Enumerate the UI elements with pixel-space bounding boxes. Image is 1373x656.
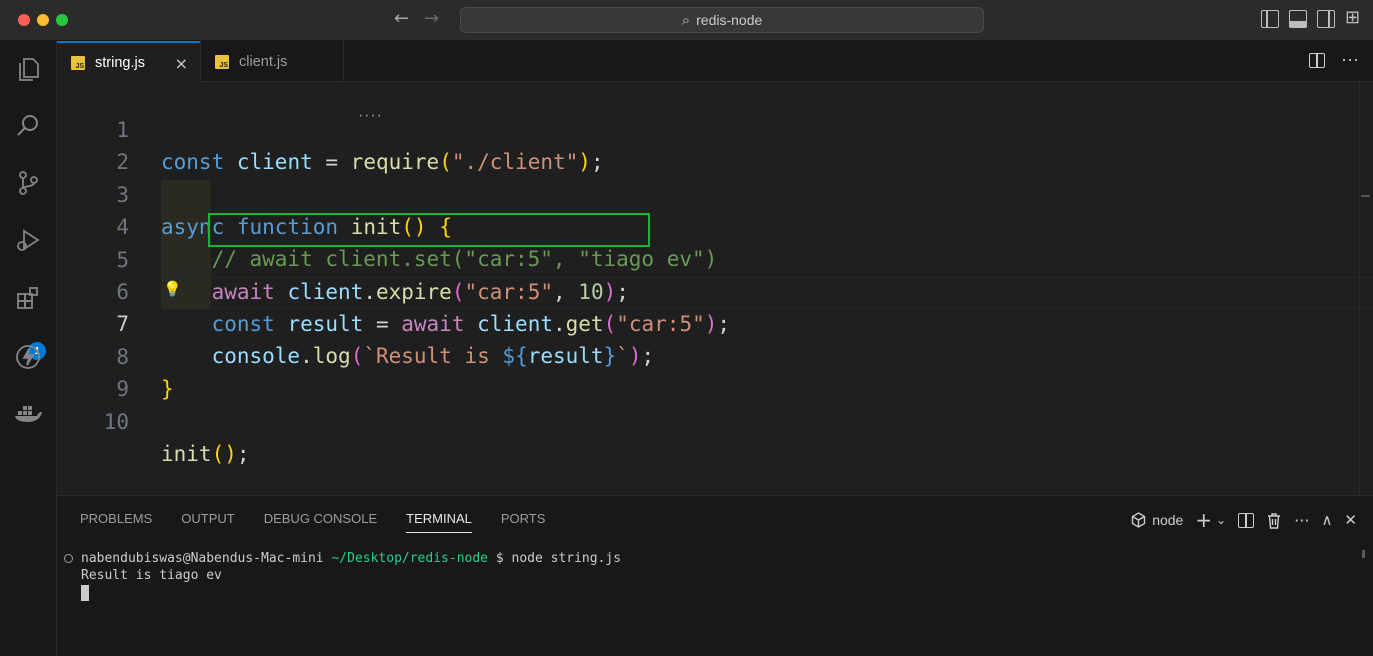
code-text: init(); [161,442,250,466]
bottom-panel: PROBLEMS OUTPUT DEBUG CONSOLE TERMINAL P… [57,495,1373,656]
tab-problems[interactable]: PROBLEMS [80,511,152,533]
code-line: 4 // await client.set("car:5", "tiago ev… [57,179,1357,271]
run-debug-icon[interactable] [12,224,44,256]
title-bar: ← → ⌕ redis-node [0,0,1373,41]
close-icon[interactable]: ✕ [1344,511,1357,529]
close-icon[interactable]: × [175,54,188,73]
code-line: 6 const result = await client.get("car:5… [57,244,1357,336]
split-terminal-icon[interactable] [1238,512,1255,528]
command-decoration-icon[interactable] [64,554,73,563]
code-editor[interactable]: 1 const client = require("./client"); ··… [57,82,1373,495]
line-number: 10 [103,410,129,434]
tab-debug-console[interactable]: DEBUG CONSOLE [264,511,377,533]
prompt-user-host: nabendubiswas@Nabendus-Mac-mini [81,551,324,566]
code-line: 2 [57,114,1357,174]
zoom-window-button[interactable] [56,14,68,26]
split-editor-icon[interactable] [1309,53,1326,68]
editor-scrollbar[interactable] [1359,82,1373,495]
more-actions-icon[interactable]: ··· [1294,511,1309,530]
extensions-icon[interactable] [12,282,44,314]
terminal-scrollbar[interactable] [1362,550,1365,558]
tab-string-js[interactable]: JS string.js × [57,41,200,82]
panel-actions: node + ⌄ ··· ∧ ✕ [1131,508,1357,532]
lightbulb-icon[interactable]: 💡 [163,280,182,298]
trash-icon[interactable] [1266,512,1282,529]
code-line: 7 console.log(`Result is ${result}`); [57,276,1357,368]
code-line: 10 init(); [57,374,1357,466]
close-window-button[interactable] [18,14,30,26]
search-icon: ⌕ [681,11,691,29]
docker-icon[interactable] [12,398,44,430]
new-terminal-icon[interactable]: + [1195,508,1212,532]
terminal-output-line: Result is tiago ev [81,568,222,583]
toggle-primary-sidebar-icon[interactable] [1261,10,1279,28]
terminal-name: node [1152,512,1184,528]
toggle-secondary-sidebar-icon[interactable] [1317,10,1335,28]
panel-tabs: PROBLEMS OUTPUT DEBUG CONSOLE TERMINAL P… [80,511,545,533]
tab-terminal[interactable]: TERMINAL [406,511,472,533]
code-line: 8 } [57,309,1357,401]
tab-ports[interactable]: PORTS [501,511,546,533]
javascript-file-icon: JS [71,55,85,70]
terminal-selector[interactable]: node [1131,512,1183,528]
scrollbar-marker [1361,195,1370,197]
code-line: 9 [57,341,1357,401]
back-arrow-icon[interactable]: ← [394,9,409,29]
workspace-name: redis-node [696,12,763,28]
minimize-window-button[interactable] [37,14,49,26]
maximize-panel-icon[interactable]: ∧ [1321,511,1332,529]
chevron-down-icon[interactable]: ⌄ [1216,513,1226,527]
code-line: 3 async function init() { [57,147,1357,239]
tab-client-js[interactable]: JS client.js [200,41,344,82]
tab-label: client.js [239,53,288,70]
command-center-search[interactable]: ⌕ redis-node [460,7,984,33]
customize-layout-icon[interactable] [1345,9,1363,28]
prompt-command: $ node string.js [495,551,622,566]
terminal-cursor [81,585,89,601]
source-control-icon[interactable] [12,167,44,199]
thunder-client-icon[interactable] [12,341,44,373]
forward-arrow-icon[interactable]: → [424,9,439,29]
annotation-highlight-box [208,213,650,247]
javascript-file-icon: JS [215,54,229,69]
tab-label: string.js [95,54,145,71]
editor-tab-bar: JS string.js × JS client.js ··· [57,41,1373,82]
code-line: 1 const client = require("./client"); [57,82,1357,174]
tab-output[interactable]: OUTPUT [181,511,234,533]
activity-bar: 1 [0,41,57,656]
search-icon[interactable] [12,110,44,142]
node-terminal-icon [1131,512,1146,528]
explorer-icon[interactable] [12,53,44,85]
toggle-panel-icon[interactable] [1289,10,1307,28]
more-actions-icon[interactable]: ··· [1341,50,1359,68]
terminal-prompt-line: nabendubiswas@Nabendus-Mac-mini ~/Deskto… [81,550,621,567]
prompt-path: ~/Desktop/redis-node [331,551,489,566]
